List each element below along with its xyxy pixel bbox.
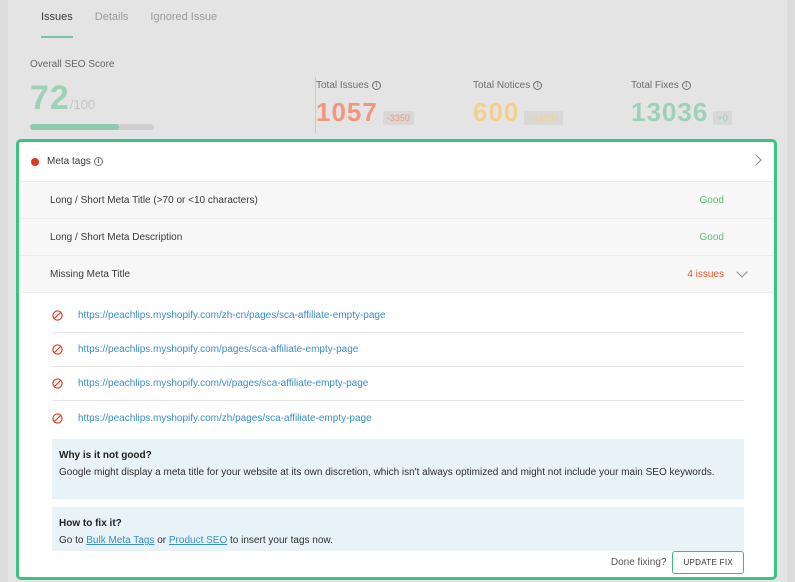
rule-label: Long / Short Meta Title (>70 or <10 char… bbox=[50, 194, 258, 206]
affected-url-link[interactable]: https://peachlips.myshopify.com/zh/pages… bbox=[78, 413, 372, 424]
why-title: Why is it not good? bbox=[59, 450, 152, 461]
rule-row-meta-description-length[interactable]: Long / Short Meta Description Good bbox=[19, 219, 774, 256]
info-icon[interactable]: i bbox=[371, 81, 381, 90]
stat-value: 600 bbox=[473, 97, 520, 127]
stat-total-notices: Total Notices i 600 +12093 bbox=[473, 80, 563, 128]
prohibited-icon bbox=[52, 378, 63, 389]
list-item: https://peachlips.myshopify.com/pages/sc… bbox=[52, 333, 744, 367]
score-label: Overall SEO Score bbox=[30, 59, 115, 70]
stat-total-issues: Total Issues i 1057 -3350 bbox=[316, 80, 414, 128]
rule-status: Good bbox=[699, 231, 724, 243]
update-fix-button[interactable]: UPDATE FIX bbox=[672, 551, 744, 574]
chevron-down-icon[interactable] bbox=[736, 265, 748, 278]
stat-delta: -3350 bbox=[382, 111, 414, 125]
meta-tags-panel: Meta tags i Long / Short Meta Title (>70… bbox=[16, 139, 777, 580]
affected-url-list: https://peachlips.myshopify.com/zh-cn/pa… bbox=[19, 299, 774, 435]
meta-tags-header[interactable]: Meta tags i bbox=[19, 142, 774, 182]
rule-status: Good bbox=[699, 194, 724, 206]
list-item: https://peachlips.myshopify.com/zh-cn/pa… bbox=[52, 299, 744, 333]
score-max: /100 bbox=[69, 97, 96, 112]
stat-total-fixes: Total Fixes i 13036 +0 bbox=[631, 80, 732, 128]
why-text: Google might display a meta title for yo… bbox=[59, 467, 715, 478]
info-icon[interactable]: i bbox=[93, 157, 103, 166]
stat-delta: +0 bbox=[713, 111, 732, 125]
stat-value: 1057 bbox=[316, 97, 378, 127]
stat-label: Total Fixes bbox=[631, 80, 679, 91]
overall-seo-score: Overall SEO Score 72/100 bbox=[30, 59, 154, 130]
how-title: How to fix it? bbox=[59, 518, 122, 529]
issues-count: 4 issues bbox=[687, 265, 748, 280]
list-item: https://peachlips.myshopify.com/zh/pages… bbox=[52, 401, 744, 435]
bulk-meta-tags-link[interactable]: Bulk Meta Tags bbox=[86, 535, 154, 546]
tab-ignored-issue[interactable]: Ignored Issue bbox=[150, 11, 217, 38]
panel-footer: Done fixing? UPDATE FIX bbox=[611, 551, 744, 574]
rule-label: Long / Short Meta Description bbox=[50, 231, 183, 243]
why-not-good-box: Why is it not good? Google might display… bbox=[52, 439, 744, 499]
stat-label: Total Issues bbox=[316, 80, 369, 91]
prohibited-icon bbox=[52, 412, 63, 424]
stat-label: Total Notices bbox=[473, 80, 531, 91]
prohibited-icon bbox=[52, 344, 63, 355]
score-progress-bar bbox=[30, 124, 154, 130]
rule-row-missing-meta-title[interactable]: Missing Meta Title 4 issues bbox=[19, 256, 774, 293]
product-seo-link[interactable]: Product SEO bbox=[169, 535, 227, 546]
list-item: https://peachlips.myshopify.com/vi/pages… bbox=[52, 367, 744, 401]
affected-url-link[interactable]: https://peachlips.myshopify.com/zh-cn/pa… bbox=[78, 310, 386, 321]
score-progress-fill bbox=[30, 124, 120, 130]
tab-bar: Issues Details Ignored Issue bbox=[41, 11, 217, 38]
prohibited-icon bbox=[52, 310, 63, 321]
tab-details[interactable]: Details bbox=[95, 11, 129, 38]
info-icon[interactable]: i bbox=[681, 81, 691, 90]
stat-delta: +12093 bbox=[524, 111, 563, 125]
score-value: 72/100 bbox=[30, 79, 96, 117]
done-fixing-text: Done fixing? bbox=[610, 557, 667, 568]
stat-value: 13036 bbox=[631, 97, 709, 127]
affected-url-link[interactable]: https://peachlips.myshopify.com/vi/pages… bbox=[78, 378, 368, 389]
error-status-dot bbox=[31, 157, 39, 166]
affected-url-link[interactable]: https://peachlips.myshopify.com/pages/sc… bbox=[78, 344, 358, 355]
how-to-fix-box: How to fix it? Go to Bulk Meta Tags or P… bbox=[52, 507, 744, 551]
chevron-right-icon[interactable] bbox=[750, 154, 762, 166]
rule-row-meta-title-length[interactable]: Long / Short Meta Title (>70 or <10 char… bbox=[19, 182, 774, 219]
info-icon[interactable]: i bbox=[533, 81, 543, 90]
rule-label: Missing Meta Title bbox=[50, 268, 131, 280]
how-text: Go to Bulk Meta Tags or Product SEO to i… bbox=[59, 535, 333, 546]
panel-title: Meta tags bbox=[47, 156, 91, 167]
tab-issues[interactable]: Issues bbox=[41, 11, 73, 38]
